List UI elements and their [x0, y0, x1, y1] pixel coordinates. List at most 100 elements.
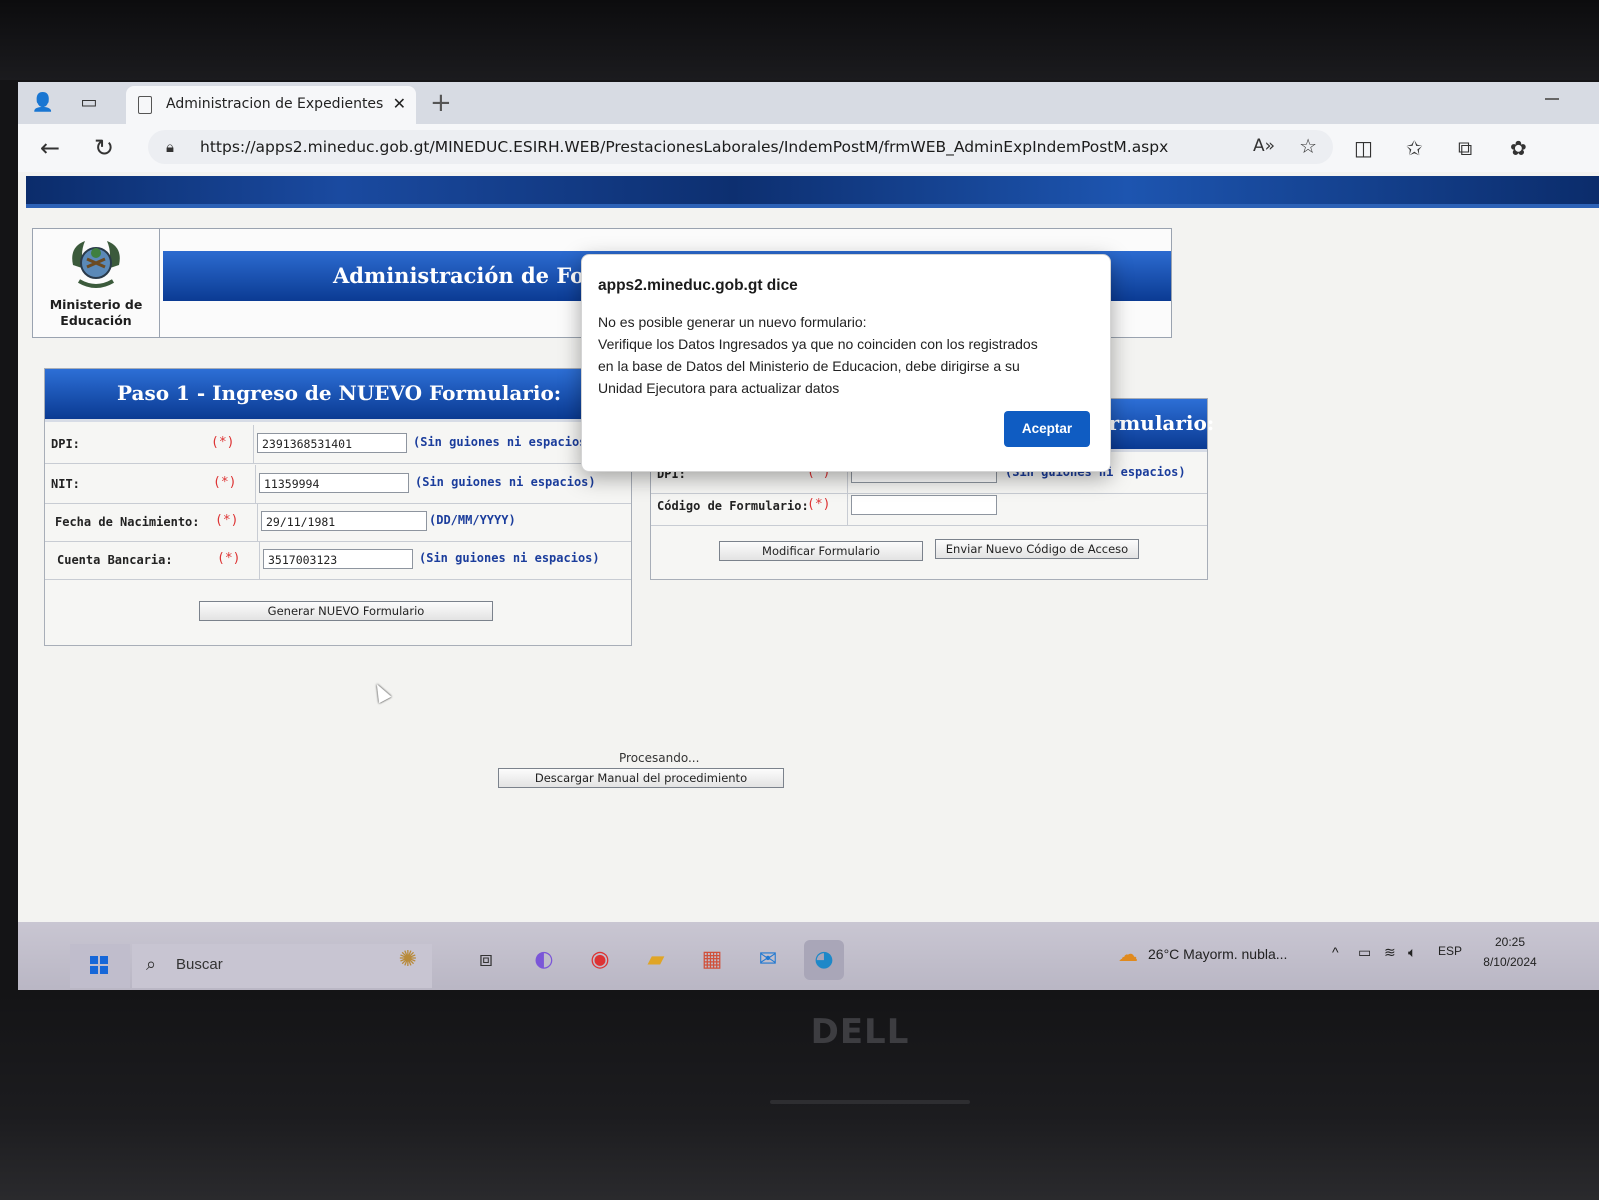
step2-form-code-input[interactable] [851, 495, 997, 515]
top-banner [26, 176, 1599, 208]
back-icon[interactable]: ← [40, 134, 60, 162]
dialog-accept-button[interactable]: Aceptar [1004, 411, 1090, 447]
step2-row-code: Código de Formulario: (*) [651, 487, 1207, 526]
chevron-up-icon[interactable]: ^ [1332, 944, 1339, 960]
browser-toolbar: ← ↻ 🔒︎ https://apps2.mineduc.gob.gt/MINE… [18, 124, 1599, 173]
form-code-label: Código de Formulario: [657, 499, 809, 513]
cell-divider [253, 425, 254, 463]
send-access-code-button[interactable]: Enviar Nuevo Código de Acceso [935, 539, 1139, 559]
page-icon [138, 96, 152, 114]
store-icon[interactable]: ▦ [692, 940, 732, 980]
taskbar-clock[interactable]: 20:25 8/10/2024 [1470, 932, 1550, 972]
weather-text[interactable]: 26°C Mayorm. nubla... [1148, 946, 1287, 962]
step1-row-dpi: DPI: (*) 2391368531401 (Sin guiones ni e… [45, 425, 631, 464]
extensions-icon[interactable]: ✿ [1510, 136, 1527, 160]
mouse-cursor-icon [370, 680, 392, 704]
dpi-label: DPI: [51, 437, 80, 451]
step1-row-birthdate: Fecha de Nacimiento: (*) 29/11/1981 (DD/… [45, 503, 631, 542]
address-bar[interactable]: 🔒︎ https://apps2.mineduc.gob.gt/MINEDUC.… [148, 130, 1333, 164]
dpi-hint: (Sin guiones ni espacios) [413, 435, 594, 449]
modify-form-button[interactable]: Modificar Formulario [719, 541, 923, 561]
cell-divider [257, 503, 258, 541]
required-mark: (*) [217, 551, 241, 566]
edge-icon[interactable]: ◕ [804, 940, 844, 980]
step1-nit-input[interactable]: 11359994 [259, 473, 409, 493]
collections-icon[interactable]: ⧉ [1458, 136, 1472, 160]
cell-divider [847, 487, 848, 525]
account-hint: (Sin guiones ni espacios) [419, 551, 600, 565]
dialog-line-2: Verifique los Datos Ingresados ya que no… [598, 336, 1038, 352]
clock-date: 8/10/2024 [1483, 955, 1537, 969]
lock-icon[interactable]: 🔒︎ [166, 138, 174, 156]
minimize-icon[interactable] [1545, 98, 1559, 100]
new-tab-icon[interactable]: + [430, 88, 452, 118]
profile-icon[interactable]: 👤 [30, 91, 56, 115]
logo-line-1: Ministerio de [49, 297, 143, 312]
search-icon: ⌕ [146, 954, 157, 975]
browser-tab-active[interactable]: Administracion de Expedientes de ✕ [126, 86, 416, 124]
step1-title: Paso 1 - Ingreso de NUEVO Formulario: [117, 381, 562, 405]
account-label: Cuenta Bancaria: [57, 553, 173, 567]
required-mark: (*) [807, 497, 831, 512]
laptop-hinge [770, 1100, 970, 1104]
dialog-line-4: Unidad Ejecutora para actualizar datos [598, 380, 840, 396]
clock-time: 20:25 [1494, 935, 1526, 949]
step1-account-input[interactable]: 3517003123 [263, 549, 413, 569]
required-mark: (*) [211, 435, 235, 450]
chrome-icon[interactable]: ◉ [580, 940, 620, 980]
birthdate-label: Fecha de Nacimiento: [55, 515, 200, 529]
favorite-star-icon[interactable]: ☆ [1299, 134, 1317, 158]
split-screen-icon[interactable]: ◫ [1354, 136, 1373, 160]
step1-row-account: Cuenta Bancaria: (*) 3517003123 (Sin gui… [45, 541, 631, 580]
download-manual-button[interactable]: Descargar Manual del procedimiento [498, 768, 784, 788]
laptop-bezel-top [0, 0, 1599, 80]
cell-divider [255, 465, 256, 503]
read-aloud-icon[interactable]: A» [1253, 136, 1275, 156]
nit-label: NIT: [51, 477, 80, 491]
step1-panel: Paso 1 - Ingreso de NUEVO Formulario: DP… [44, 368, 632, 646]
tab-title: Administracion de Expedientes de [166, 96, 386, 112]
task-view-icon[interactable]: ⧈ [466, 940, 506, 980]
browser-tab-strip: 👤 ▭ Administracion de Expedientes de ✕ + [18, 82, 1599, 124]
battery-icon[interactable]: ▭ [1358, 944, 1371, 961]
ministry-logo: Ministerio de Educación [33, 229, 160, 337]
favorites-icon[interactable]: ✩ [1406, 136, 1423, 160]
processing-status: Procesando... [619, 751, 700, 765]
required-mark: (*) [215, 513, 239, 528]
wifi-icon[interactable]: ≋ [1384, 944, 1396, 961]
birthdate-hint: (DD/MM/YYYY) [429, 513, 516, 527]
dialog-line-3: en la base de Datos del Ministerio de Ed… [598, 358, 1020, 374]
generate-form-button[interactable]: Generar NUEVO Formulario [199, 601, 493, 621]
widgets-icon[interactable]: ✺ [388, 940, 428, 980]
close-tab-icon[interactable]: ✕ [393, 94, 406, 113]
file-explorer-icon[interactable]: ▰ [636, 940, 676, 980]
windows-taskbar: ⌕ Buscar ✺ ⧈ ◐ ◉ ▰ ▦ ✉ ◕ ☁ 26°C Mayorm. … [18, 922, 1599, 992]
laptop-screen: 👤 ▭ Administracion de Expedientes de ✕ +… [18, 82, 1599, 992]
dialog-title: apps2.mineduc.gob.gt dice [598, 277, 798, 294]
web-page: Ministerio de Educación Administración d… [18, 172, 1599, 922]
reload-icon[interactable]: ↻ [94, 134, 114, 162]
language-indicator[interactable]: ESP [1438, 944, 1462, 958]
step1-row-nit: NIT: (*) 11359994 (Sin guiones ni espaci… [45, 465, 631, 504]
logo-line-2: Educación [60, 313, 132, 328]
dell-logo: DELL [810, 1012, 910, 1052]
search-placeholder: Buscar [176, 956, 223, 973]
nit-hint: (Sin guiones ni espacios) [415, 475, 596, 489]
url-text[interactable]: https://apps2.mineduc.gob.gt/MINEDUC.ESI… [200, 138, 1168, 156]
step1-dpi-input[interactable]: 2391368531401 [257, 433, 407, 453]
dialog-message: No es posible generar un nuevo formulari… [598, 311, 1098, 399]
step1-header: Paso 1 - Ingreso de NUEVO Formulario: [45, 369, 623, 422]
weather-icon[interactable]: ☁ [1118, 942, 1138, 967]
mail-icon[interactable]: ✉ [748, 940, 788, 980]
required-mark: (*) [213, 475, 237, 490]
dialog-line-1: No es posible generar un nuevo formulari… [598, 314, 867, 330]
windows-logo-icon[interactable] [90, 956, 108, 974]
copilot-icon[interactable]: ◐ [524, 940, 564, 980]
coat-of-arms-icon [72, 241, 120, 288]
tab-actions-icon[interactable]: ▭ [76, 91, 102, 115]
step1-birthdate-input[interactable]: 29/11/1981 [261, 511, 427, 531]
taskbar-search[interactable]: ⌕ Buscar [132, 944, 432, 988]
volume-icon[interactable]: 🔈︎ [1408, 944, 1416, 961]
alert-dialog: apps2.mineduc.gob.gt dice No es posible … [581, 254, 1111, 472]
cell-divider [259, 541, 260, 579]
